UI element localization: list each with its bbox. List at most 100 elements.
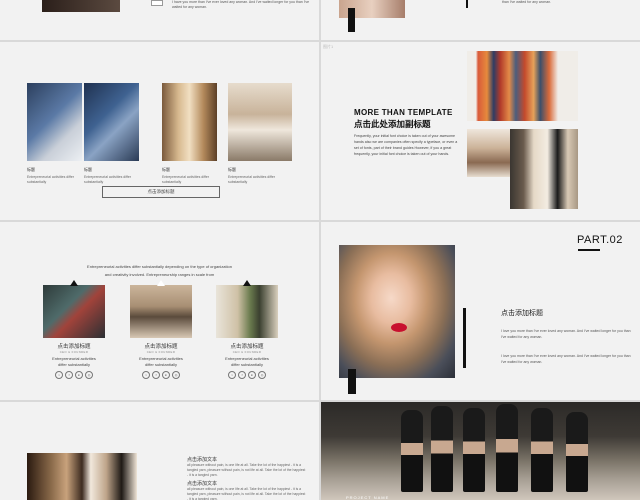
accent-bar <box>348 8 355 32</box>
slide-7-thumbnail[interactable]: 点击添加文本 all pleasure without pain, is one… <box>0 402 319 500</box>
card-desc-line-2: differ substantially <box>58 362 90 367</box>
social-icons: t f in ◎ <box>216 371 278 379</box>
model-figure <box>496 404 518 492</box>
model-figure <box>531 408 553 492</box>
facebook-icon[interactable]: f <box>65 371 73 379</box>
heading-english: MORE THAN TEMPLATE <box>354 108 453 117</box>
project-caption: PROJECT NAME <box>346 495 390 500</box>
team-photo <box>216 280 278 338</box>
card-desc: Entrepreneurial activities differ substa… <box>216 356 278 368</box>
intro-line-2: and creativity involved. Entrepreneurshi… <box>104 272 215 277</box>
denim-jacket-photo <box>27 83 82 161</box>
card-title: 点击添加标题 <box>230 344 264 350</box>
gallery-item-label: 标题 <box>162 167 170 172</box>
card-desc: Entrepreneurial activities differ substa… <box>130 356 192 368</box>
model-figure <box>431 406 453 492</box>
card-desc: Entrepreneurial activities differ substa… <box>43 356 105 368</box>
clothing-rack-photo <box>467 51 578 121</box>
denim-shirt-photo <box>84 83 139 161</box>
triangle-marker <box>157 280 165 286</box>
red-lips-detail <box>391 323 407 332</box>
instagram-icon[interactable]: ◎ <box>85 371 93 379</box>
gallery-item: 标题 Entrepreneurial activities differ sub… <box>228 83 292 184</box>
team-photo <box>43 280 105 338</box>
triangle-marker <box>70 280 78 286</box>
gallery-item: 标题 Entrepreneurial activities differ sub… <box>84 83 139 184</box>
text-title: 点击添加文本 <box>187 481 218 487</box>
gallery-item: 标题 Entrepreneurial activities differ sub… <box>162 83 217 184</box>
gallery-item-desc: Entrepreneurial activities differ substa… <box>84 175 132 184</box>
facebook-icon[interactable]: f <box>238 371 246 379</box>
gallery-item: 标题 Entrepreneurial activities differ sub… <box>27 83 82 184</box>
part-underline <box>578 249 600 251</box>
slide-8-thumbnail[interactable]: PROJECT NAME <box>321 402 640 500</box>
model-figure <box>401 410 423 492</box>
slide-2-caption: than I've waited for any woman. <box>502 0 552 4</box>
linkedin-icon[interactable]: in <box>162 371 170 379</box>
gallery-item-desc: Entrepreneurial activities differ substa… <box>27 175 75 184</box>
body-text: Frequently, your initial font choice is … <box>354 134 458 156</box>
intro-text: Entrepreneurial activities differ substa… <box>0 263 319 279</box>
card-desc-line-2: differ substantially <box>145 362 177 367</box>
boutique-photo <box>162 83 217 161</box>
slide-6-thumbnail[interactable]: PART.02 点击添加标题 I love you more than I've… <box>321 222 640 400</box>
shopping-photo <box>27 453 137 500</box>
facebook-icon[interactable]: f <box>152 371 160 379</box>
slide-1-caption: I have you more than I've ever loved any… <box>172 0 310 9</box>
gallery-item-desc: Entrepreneurial activities differ substa… <box>162 175 210 184</box>
triangle-marker <box>243 280 251 286</box>
card-title: 点击添加标题 <box>144 344 178 350</box>
slide-5-thumbnail[interactable]: Entrepreneurial activities differ substa… <box>0 222 319 400</box>
team-card: 点击添加标题 CEO & FOUNDER Entrepreneurial act… <box>43 280 105 379</box>
team-card: 点击添加标题 CEO & FOUNDER Entrepreneurial act… <box>130 280 192 379</box>
part-number: PART.02 <box>577 234 623 246</box>
linkedin-icon[interactable]: in <box>248 371 256 379</box>
instagram-icon[interactable]: ◎ <box>258 371 266 379</box>
linkedin-icon[interactable]: in <box>75 371 83 379</box>
team-card: 点击添加标题 CEO & FOUNDER Entrepreneurial act… <box>216 280 278 379</box>
intro-line-1: Entrepreneurial activities differ substa… <box>87 264 232 269</box>
paragraph: I love you more than I've ever loved any… <box>501 354 631 364</box>
gallery-item-desc: Entrepreneurial activities differ substa… <box>228 175 276 184</box>
slide-grid: I have you more than I've ever loved any… <box>0 0 640 500</box>
model-figure <box>566 412 588 492</box>
portrait-photo <box>339 245 455 378</box>
social-icons: t f in ◎ <box>130 371 192 379</box>
social-icons: t f in ◎ <box>43 371 105 379</box>
text-title: 点击添加文本 <box>187 457 218 463</box>
twitter-icon[interactable]: t <box>55 371 63 379</box>
accent-bar <box>348 369 356 394</box>
slide-4-thumbnail[interactable]: 图片1 MORE THAN TEMPLATE 点击此处添加副标题 Frequen… <box>321 42 640 220</box>
slide-1-thumbnail[interactable]: I have you more than I've ever loved any… <box>0 0 319 40</box>
gallery-item-label: 标题 <box>84 167 92 172</box>
slide-2-thumbnail[interactable]: than I've waited for any woman. <box>321 0 640 40</box>
accent-line <box>466 0 468 8</box>
instagram-icon[interactable]: ◎ <box>172 371 180 379</box>
gallery-item-label: 标题 <box>228 167 236 172</box>
heading-chinese: 点击此处添加副标题 <box>354 119 431 129</box>
model-figure <box>463 408 485 492</box>
store-interior-photo <box>228 83 292 161</box>
card-subtitle: CEO & FOUNDER <box>232 350 262 354</box>
shop-window-photo <box>510 129 578 209</box>
gallery-item-label: 标题 <box>27 167 35 172</box>
checkbox-placeholder <box>151 0 163 6</box>
card-desc-line-2: differ substantially <box>231 362 263 367</box>
portrait-photo <box>42 0 120 12</box>
twitter-icon[interactable]: t <box>228 371 236 379</box>
street-models-photo <box>321 402 640 500</box>
paragraph: I love you more than I've ever loved any… <box>501 329 631 339</box>
team-photo <box>130 280 192 338</box>
accent-line <box>463 308 466 368</box>
twitter-icon[interactable]: t <box>142 371 150 379</box>
text-paragraph: all pleasure without pain, is one life a… <box>187 487 306 500</box>
watermark-label: 图片1 <box>323 44 334 49</box>
hanger-photo <box>467 129 510 177</box>
text-paragraph: all pleasure without pain, is one life a… <box>187 463 306 477</box>
slide-3-thumbnail[interactable]: 标题 Entrepreneurial activities differ sub… <box>0 42 319 220</box>
add-title-button[interactable]: 点击添加标题 <box>102 186 220 198</box>
card-title: 点击添加标题 <box>57 344 91 350</box>
section-title: 点击添加标题 <box>501 310 543 317</box>
card-subtitle: CEO & FOUNDER <box>146 350 176 354</box>
card-subtitle: CEO & FOUNDER <box>59 350 89 354</box>
